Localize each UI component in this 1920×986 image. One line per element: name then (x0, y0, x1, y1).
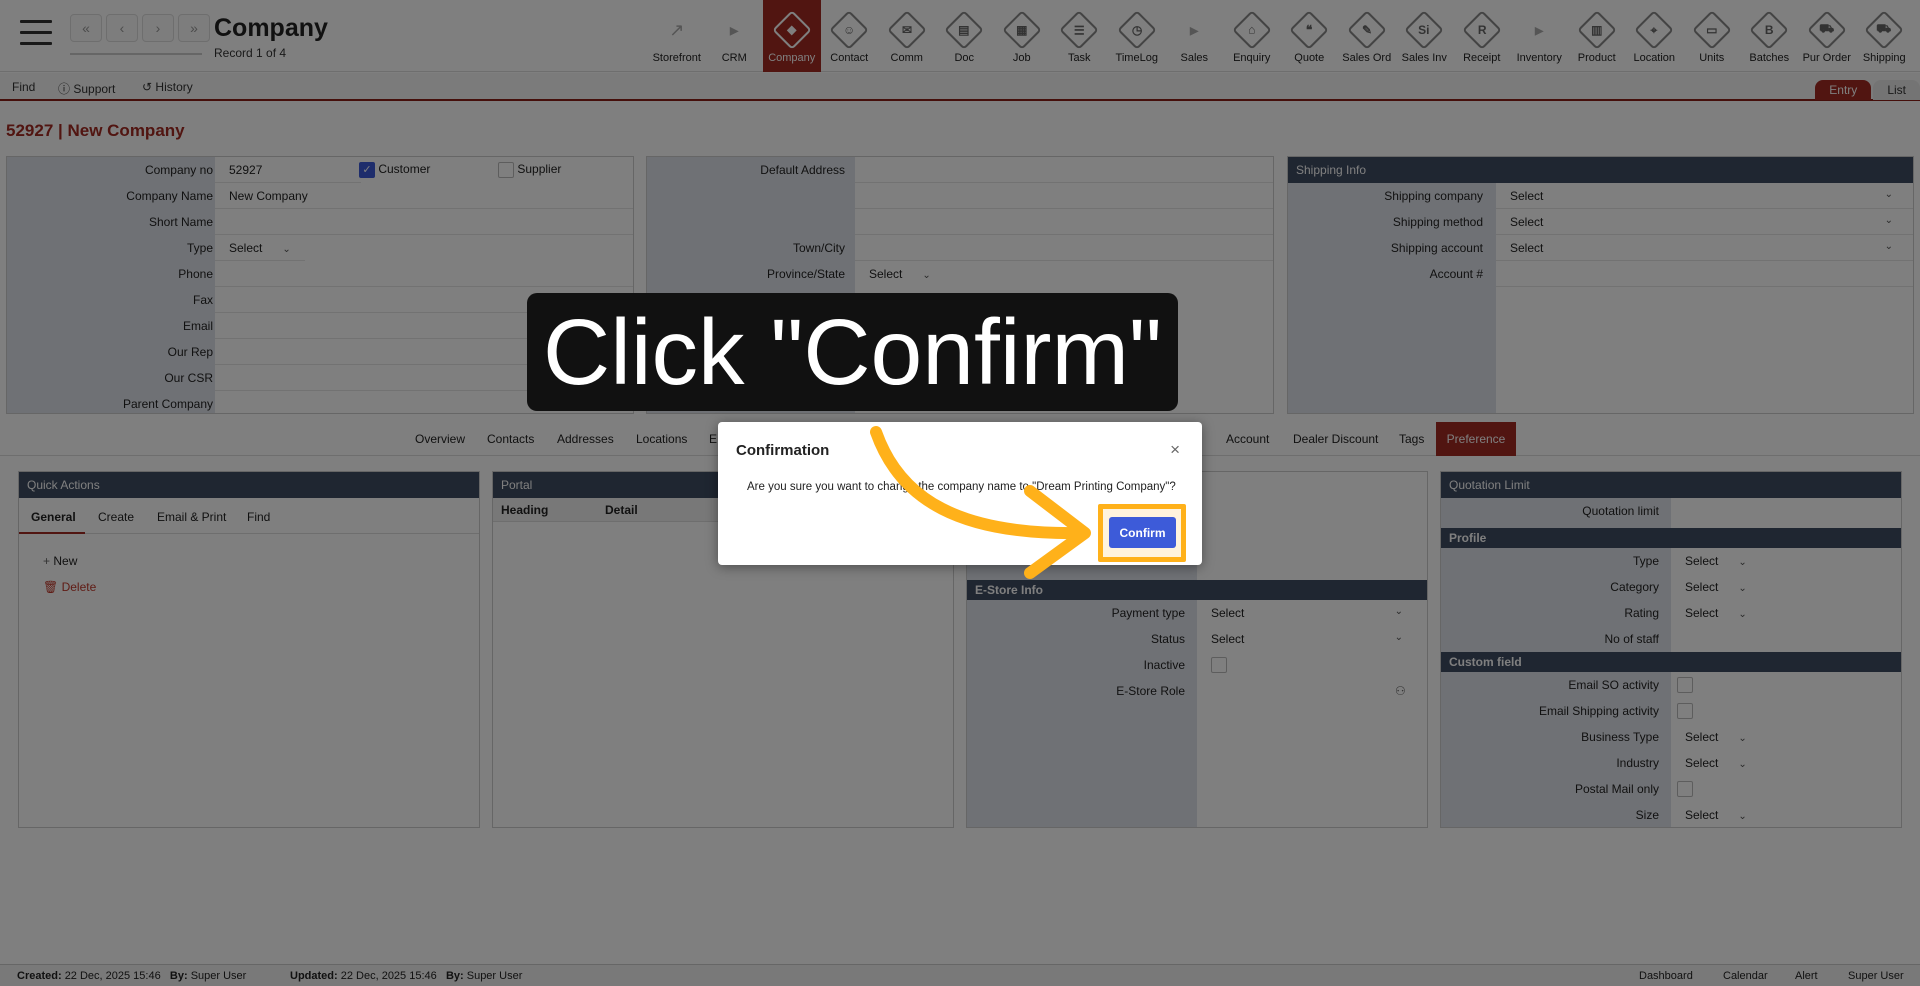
pointer-arrow (870, 426, 1091, 579)
arrow-curve (870, 426, 1086, 540)
